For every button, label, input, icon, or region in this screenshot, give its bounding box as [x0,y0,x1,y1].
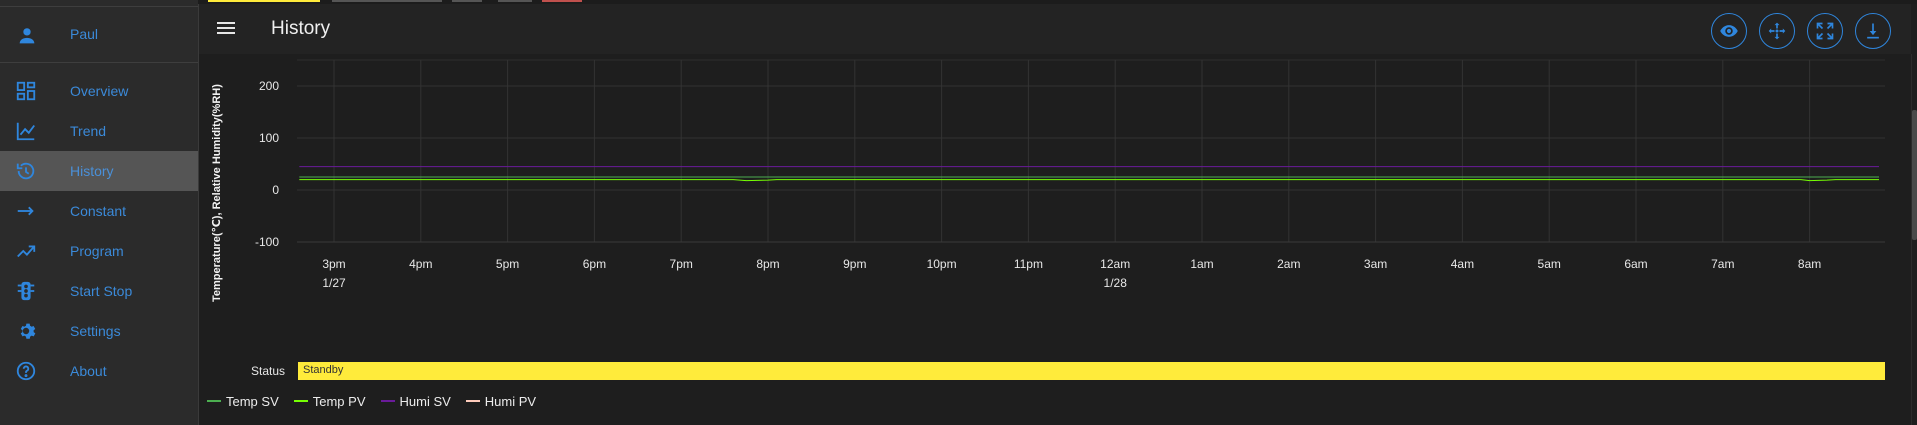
y-tick-label: 200 [259,79,279,93]
x-tick-date-label: 1/27 [322,276,346,290]
sidebar-item-trend[interactable]: Trend [0,111,198,151]
sidebar-item-label: About [70,363,107,379]
app-header: History [199,4,1911,54]
x-tick-label: 7pm [670,257,693,271]
legend-item-temp-sv[interactable]: Temp SV [207,394,279,409]
history-icon [16,162,35,180]
y-tick-label: 0 [272,183,279,197]
legend-item-humi-pv[interactable]: Humi PV [465,393,537,409]
fullscreen-button[interactable] [1807,13,1843,49]
top-tab-indicator [498,0,532,2]
sidebar-item-settings[interactable]: Settings [0,311,198,351]
y-tick-label: -100 [255,235,279,249]
hamburger-menu-icon[interactable] [215,19,237,39]
user-profile[interactable]: Paul [0,12,198,63]
sidebar-item-start-stop[interactable]: Start Stop [0,271,198,311]
legend-swatch [207,400,221,402]
x-tick-label: 1am [1190,257,1213,271]
legend-swatch [293,400,308,402]
person-icon [19,28,35,44]
eye-icon [1720,25,1738,37]
x-tick-label: 5am [1538,257,1561,271]
view-button[interactable] [1711,13,1747,49]
gear-icon [20,323,36,339]
x-tick-label: 6pm [583,257,606,271]
chart-legend: Temp SV Temp PV Humi SV Humi PV [207,392,551,410]
sidebar: Paul Overview Trend History Constant Pro… [0,0,199,425]
legend-swatch [380,400,395,402]
sidebar-item-label: Program [70,243,124,259]
arrow-right-icon [17,206,34,216]
y-tick-label: 100 [259,131,279,145]
sidebar-item-program[interactable]: Program [0,231,198,271]
status-bar: Standby [298,362,1885,380]
x-tick-label: 5pm [496,257,519,271]
page-title: History [271,18,331,39]
x-tick-label: 10pm [927,257,957,271]
series-line-temp-pv [299,179,1879,182]
x-tick-label: 4am [1451,257,1474,271]
sidebar-item-label: Overview [70,83,129,99]
top-tab-indicator [208,0,320,2]
sidebar-item-history[interactable]: History [0,151,198,191]
chart-y-axis-label: Temperature(℃), Relative Humidity(%RH) [211,84,223,302]
sidebar-item-label: Trend [70,123,107,139]
x-tick-label: 12am [1100,257,1130,271]
trend-line-icon [16,122,35,141]
x-tick-label: 2am [1277,257,1300,271]
sidebar-divider [0,6,198,7]
x-tick-label: 6am [1624,257,1647,271]
sidebar-item-label: Settings [70,323,121,339]
x-tick-date-label: 1/28 [1104,276,1128,290]
status-label: Status [251,364,286,378]
legend-label: Temp SV [226,393,279,409]
download-button[interactable] [1855,13,1891,49]
status-value: Standby [303,364,344,376]
x-tick-label: 4pm [409,257,432,271]
legend-item-humi-sv[interactable]: Humi SV [380,393,451,409]
x-tick-label: 11pm [1014,257,1043,271]
sidebar-item-label: History [70,163,114,179]
user-name: Paul [70,26,99,42]
pan-move-icon [1768,22,1786,40]
legend-item-temp-pv[interactable]: Temp PV [293,393,366,409]
sidebar-item-about[interactable]: About [0,351,198,391]
pan-button[interactable] [1759,13,1795,49]
x-tick-label: 3pm [322,257,345,271]
legend-label: Humi PV [484,393,537,409]
x-tick-label: 7am [1711,257,1734,271]
sidebar-item-label: Start Stop [70,283,133,299]
fullscreen-icon [1816,22,1834,40]
legend-swatch [465,400,480,402]
sidebar-item-constant[interactable]: Constant [0,191,198,231]
x-tick-label: 3am [1364,257,1387,271]
trending-up-icon [17,245,36,258]
legend-label: Temp PV [312,393,366,409]
x-tick-label: 9pm [843,257,866,271]
top-tab-indicator [452,0,482,2]
sidebar-item-overview[interactable]: Overview [0,71,198,111]
scrollbar-thumb[interactable] [1912,110,1917,240]
dashboard-icon [16,81,36,101]
x-tick-label: 8am [1798,257,1821,271]
legend-label: Humi SV [399,393,451,409]
top-tab-indicator [332,0,442,2]
top-tab-indicator [542,0,582,2]
sidebar-item-label: Constant [70,203,127,219]
download-icon [1867,23,1879,39]
help-circle-icon [16,361,36,381]
x-tick-label: 8pm [756,257,779,271]
traffic-light-icon [17,281,35,301]
